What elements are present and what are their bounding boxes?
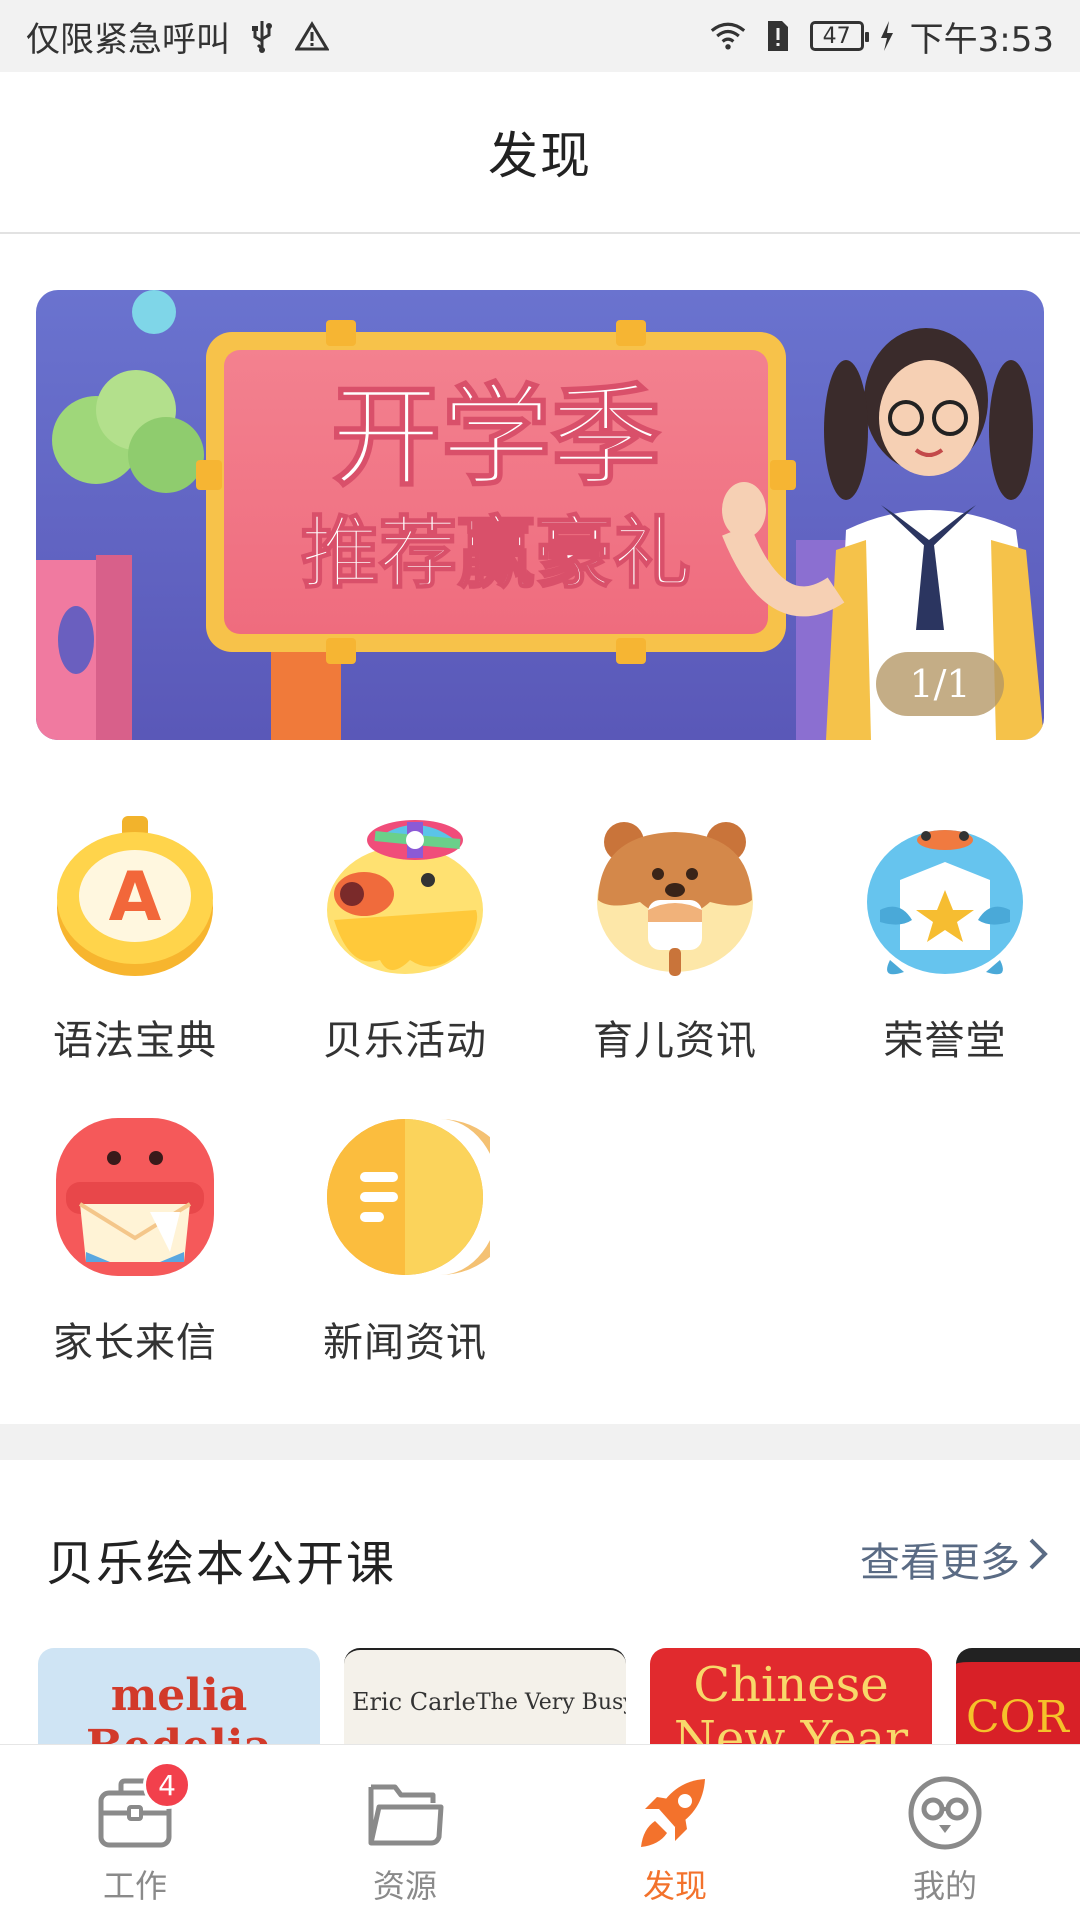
profile-owl-icon [905, 1773, 985, 1853]
discover-screen: 仅限紧急呼叫 47 下午3:53 发现 开学季 推荐赢豪礼 1/1 A 语法宝典… [0, 0, 1080, 1920]
battery-indicator: 47 [809, 21, 869, 51]
book-carousel[interactable]: melia Bedelia Eric Carle The Very Busy S… [38, 1648, 1080, 1744]
book-card[interactable]: Chinese New Year [650, 1648, 932, 1744]
parent-letter-icon [50, 1112, 220, 1282]
notification-badge: 4 [143, 1761, 191, 1809]
section-title: 贝乐绘本公开课 [46, 1536, 397, 1592]
title-bar: 发现 [0, 72, 1080, 234]
feature-news[interactable]: 新闻资讯 [270, 1112, 540, 1368]
bottom-tab-bar: 4 工作 资源 发现 我的 [0, 1744, 1080, 1920]
book-title: melia Bedelia [86, 1670, 272, 1744]
tab-discover[interactable]: 发现 [540, 1745, 810, 1920]
view-more-label: 查看更多 [860, 1540, 1020, 1586]
feature-label: 育儿资讯 [593, 1018, 757, 1064]
tab-label: 发现 [642, 1867, 707, 1905]
feature-parenting[interactable]: 育儿资讯 [540, 810, 810, 1066]
rocket-icon [635, 1773, 715, 1853]
feature-label: 贝乐活动 [323, 1018, 487, 1064]
feature-label: 家长来信 [53, 1320, 217, 1366]
charging-icon [878, 16, 896, 56]
grammar-book-icon: A [50, 810, 220, 980]
banner-page-indicator: 1/1 [876, 652, 1004, 716]
feature-label: 荣誉堂 [883, 1018, 1007, 1064]
parenting-news-icon [590, 810, 760, 980]
tab-label: 资源 [372, 1867, 437, 1905]
clock-time: 下午3:53 [909, 19, 1054, 60]
sim-alert-icon [760, 16, 796, 56]
banner-subline: 推荐赢豪礼 [301, 509, 691, 599]
warning-icon [294, 16, 330, 56]
honor-hall-icon [860, 810, 1030, 980]
book-author: Eric Carle [352, 1688, 476, 1716]
usb-icon [244, 16, 280, 56]
book-title: COR [966, 1692, 1069, 1743]
svg-text:A: A [109, 858, 162, 937]
chevron-right-icon [1026, 1536, 1050, 1582]
book-card[interactable]: Eric Carle The Very Busy Spid [344, 1648, 626, 1744]
promo-banner[interactable]: 开学季 推荐赢豪礼 1/1 [36, 290, 1044, 740]
book-card[interactable]: melia Bedelia [38, 1648, 320, 1744]
feature-label: 新闻资讯 [323, 1320, 487, 1366]
tab-label: 我的 [912, 1867, 977, 1905]
feature-parent-letter[interactable]: 家长来信 [0, 1112, 270, 1368]
feature-grammar[interactable]: A 语法宝典 [0, 810, 270, 1066]
feature-activity[interactable]: 贝乐活动 [270, 810, 540, 1066]
banner-headline: 开学季 [331, 373, 661, 501]
activity-duck-icon [320, 810, 490, 980]
section-divider [0, 1424, 1080, 1460]
folder-icon [365, 1773, 445, 1853]
tab-label: 工作 [102, 1867, 167, 1905]
wifi-icon [710, 16, 746, 56]
news-icon [320, 1112, 490, 1282]
feature-honor[interactable]: 荣誉堂 [810, 810, 1080, 1066]
tab-mine[interactable]: 我的 [810, 1745, 1080, 1920]
feature-label: 语法宝典 [53, 1018, 217, 1064]
tab-work[interactable]: 4 工作 [0, 1745, 270, 1920]
book-title: The Very Busy Spid [476, 1690, 626, 1715]
carrier-text: 仅限紧急呼叫 [26, 19, 230, 60]
view-more-link[interactable]: 查看更多 [860, 1530, 1050, 1588]
status-bar: 仅限紧急呼叫 47 下午3:53 [0, 0, 1080, 72]
battery-level: 47 [822, 23, 851, 49]
briefcase-icon: 4 [95, 1761, 191, 1853]
book-title: Chinese New Year [673, 1657, 909, 1744]
page-title: 发现 [488, 127, 592, 185]
tab-resources[interactable]: 资源 [270, 1745, 540, 1920]
book-card[interactable]: COR [956, 1648, 1080, 1744]
